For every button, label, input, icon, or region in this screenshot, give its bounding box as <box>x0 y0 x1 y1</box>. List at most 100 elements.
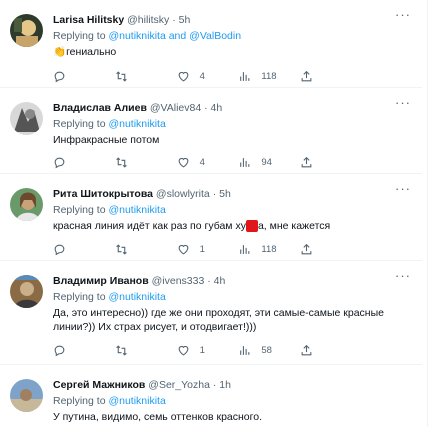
avatar[interactable] <box>10 14 43 47</box>
display-name[interactable]: Рита Шитокрытова <box>53 188 153 200</box>
view-count: 118 <box>261 70 277 82</box>
like-button[interactable]: 4 <box>177 154 239 170</box>
tweet-header: Владимир Иванов @ivens333 · 4h <box>53 274 412 288</box>
views-icon <box>240 244 250 254</box>
views-button[interactable]: 118 <box>238 68 300 84</box>
timestamp[interactable]: · 4h <box>207 275 225 287</box>
replying-to-label: Replying to <box>53 395 106 407</box>
timestamp[interactable]: · 1h <box>213 379 231 391</box>
tweet-text: Да, это интересно)) где же они проходят,… <box>53 307 384 333</box>
reply-button[interactable] <box>53 342 115 358</box>
retweet-button[interactable] <box>115 68 177 84</box>
tweet-actions: 1 118 <box>53 241 362 257</box>
mention-link[interactable]: @nutiknikita and @ValBodin <box>108 30 241 42</box>
avatar[interactable] <box>10 188 43 221</box>
reply-icon <box>54 345 65 356</box>
tweet-actions: 4 118 <box>53 68 362 84</box>
tweet-text: У путина, видимо, семь оттенков красного… <box>53 411 263 423</box>
mention-link[interactable]: @nutiknikita <box>108 395 165 407</box>
user-handle[interactable]: @hilitsky <box>127 14 169 26</box>
share-icon <box>301 243 312 254</box>
view-count: 58 <box>261 344 272 356</box>
share-button[interactable] <box>300 342 362 358</box>
share-button[interactable] <box>300 68 362 84</box>
views-button[interactable]: 58 <box>238 342 300 358</box>
display-name[interactable]: Владислав Алиев <box>53 102 147 114</box>
reply-tweet[interactable]: Владислав Алиев @VAliev84 · 4h Replying … <box>0 88 422 174</box>
replying-to: Replying to @nutiknikita <box>53 291 412 304</box>
views-icon <box>240 71 250 81</box>
like-count: 1 <box>199 344 205 356</box>
share-button[interactable] <box>300 154 362 170</box>
heart-icon <box>178 345 188 355</box>
user-handle[interactable]: @Ser_Yozha <box>148 379 210 391</box>
view-count: 118 <box>261 243 277 255</box>
reply-tweet[interactable]: Владимир Иванов @ivens333 · 4h Replying … <box>0 261 422 365</box>
like-button[interactable]: 1 <box>177 342 239 358</box>
share-icon <box>301 70 312 81</box>
like-count: 1 <box>199 243 205 255</box>
reply-icon <box>54 157 65 168</box>
replying-to-label: Replying to <box>53 118 106 130</box>
reply-button[interactable] <box>53 68 115 84</box>
tweet-text-body: гениально <box>66 46 117 58</box>
reply-tweet[interactable]: Сергей Мажников @Ser_Yozha · 1h Replying… <box>0 365 422 427</box>
timestamp[interactable]: · 5h <box>172 14 190 26</box>
timestamp[interactable]: · 4h <box>204 102 222 114</box>
tweet-content: Владимир Иванов @ivens333 · 4h Replying … <box>53 274 412 334</box>
share-icon <box>301 156 312 167</box>
tweet-text-end: а, мне кажется <box>257 220 331 232</box>
views-button[interactable]: 118 <box>238 241 300 257</box>
avatar[interactable] <box>10 379 43 412</box>
user-handle[interactable]: @slowlyrita <box>156 188 210 200</box>
retweet-button[interactable] <box>115 342 177 358</box>
timestamp[interactable]: · 5h <box>213 188 231 200</box>
replying-to-label: Replying to <box>53 204 106 216</box>
heart-icon <box>178 157 188 167</box>
user-handle[interactable]: @VAliev84 <box>150 102 201 114</box>
more-icon[interactable]: ··· <box>394 96 412 112</box>
views-icon <box>240 157 250 167</box>
reply-tweet[interactable]: Larisa Hilitsky @hilitsky · 5h Replying … <box>0 0 422 88</box>
reply-tweet[interactable]: Рита Шитокрытова @slowlyrita · 5h Replyi… <box>0 174 422 261</box>
more-icon[interactable]: ··· <box>394 269 412 285</box>
tweet-header: Сергей Мажников @Ser_Yozha · 1h <box>53 378 412 392</box>
tweet-actions: 4 94 <box>53 154 362 170</box>
tweet-content: Рита Шитокрытова @slowlyrita · 5h Replyi… <box>53 187 412 233</box>
like-button[interactable]: 4 <box>177 68 239 84</box>
display-name[interactable]: Сергей Мажников <box>53 379 145 391</box>
replying-to-label: Replying to <box>53 291 106 303</box>
reply-button[interactable] <box>53 241 115 257</box>
like-button[interactable]: 1 <box>177 241 239 257</box>
retweet-icon <box>116 70 127 82</box>
avatar[interactable] <box>10 102 43 135</box>
mention-link[interactable]: @nutiknikita <box>108 204 165 216</box>
retweet-button[interactable] <box>115 241 177 257</box>
mention-link[interactable]: @nutiknikita <box>108 291 165 303</box>
reply-icon <box>54 71 65 82</box>
view-count: 94 <box>261 156 272 168</box>
display-name[interactable]: Владимир Иванов <box>53 275 149 287</box>
more-icon[interactable]: ··· <box>394 182 412 198</box>
replying-to: Replying to @nutiknikita and @ValBodin <box>53 30 412 43</box>
clapping-emoji: 👏 <box>53 46 67 58</box>
tweet-header: Larisa Hilitsky @hilitsky · 5h <box>53 13 412 27</box>
heart-icon <box>178 244 188 254</box>
views-icon <box>240 345 250 355</box>
replies-feed: Larisa Hilitsky @hilitsky · 5h Replying … <box>0 0 428 427</box>
reply-button[interactable] <box>53 154 115 170</box>
reply-icon <box>54 244 65 255</box>
avatar[interactable] <box>10 275 43 308</box>
tweet-text: 👏гениально <box>53 45 412 59</box>
display-name[interactable]: Larisa Hilitsky <box>53 14 124 26</box>
mention-link[interactable]: @nutiknikita <box>108 118 165 130</box>
user-handle[interactable]: @ivens333 <box>152 275 205 287</box>
more-icon[interactable]: ··· <box>394 8 412 24</box>
like-count: 4 <box>199 156 205 168</box>
share-icon <box>301 344 312 355</box>
tweet-text-body: красная линия идёт как раз по губам ху <box>53 220 246 232</box>
tweet-content: Larisa Hilitsky @hilitsky · 5h Replying … <box>53 13 412 59</box>
retweet-button[interactable] <box>115 154 177 170</box>
views-button[interactable]: 94 <box>238 154 300 170</box>
share-button[interactable] <box>300 241 362 257</box>
